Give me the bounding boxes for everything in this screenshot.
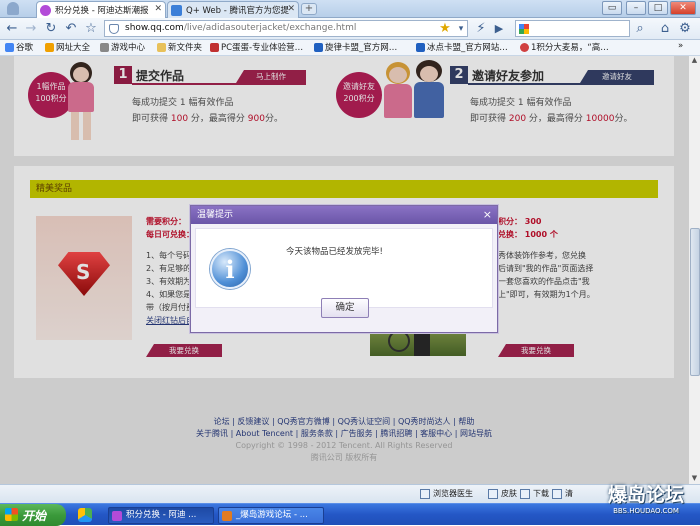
taskbar-window-forum[interactable]: _爆岛游戏论坛 - ... — [218, 507, 324, 524]
close-icon[interactable]: × — [483, 206, 492, 223]
bookmark-game-center[interactable]: 游戏中心 — [100, 41, 145, 53]
status-bar: 浏览器医生 皮肤 下载 清 — [0, 484, 700, 503]
close-tab-icon[interactable]: ✕ — [154, 4, 162, 14]
bookmark-new-folder[interactable]: 新文件夹 — [157, 41, 202, 53]
settings-icon[interactable]: ⚙ — [676, 20, 694, 38]
skin-button[interactable]: 皮肤 — [488, 488, 517, 499]
folder-icon — [157, 43, 166, 52]
card-shop-icon — [314, 43, 323, 52]
home-icon[interactable]: ⌂ — [656, 20, 674, 38]
quicklaunch-icon[interactable] — [78, 508, 92, 522]
dropdown-icon[interactable]: ▾ — [452, 20, 470, 38]
navigation-bar: ← → ↻ ↶ ☆ show.qq.com/live/adidasouterja… — [0, 18, 700, 40]
doctor-icon — [420, 489, 430, 499]
maximize-button[interactable]: □ — [648, 1, 668, 15]
back-arrow-icon[interactable]: ← — [3, 20, 21, 38]
bookmark-bingdian[interactable]: 冰点卡盟_官方网站… — [416, 41, 508, 53]
download-icon — [520, 489, 530, 499]
close-window-button[interactable]: ✕ — [670, 1, 696, 15]
undo-icon[interactable]: ↶ — [62, 20, 80, 38]
bookmark-pc-dandan[interactable]: PC蛋蛋-专业体验营… — [210, 41, 303, 53]
gamepad-icon — [100, 43, 109, 52]
scroll-down-icon[interactable]: ▼ — [689, 474, 700, 484]
taskbar: 开始 积分兑换 - 阿迪 ... _爆岛游戏论坛 - ... — [0, 503, 700, 526]
new-tab-button[interactable]: + — [301, 3, 317, 15]
favorite-star-icon[interactable]: ☆ — [82, 20, 100, 38]
bookmarks-overflow-icon[interactable]: » — [678, 41, 683, 51]
bookmark-site-directory[interactable]: 网址大全 — [45, 41, 90, 53]
clean-button[interactable]: 清 — [552, 488, 573, 499]
site-directory-icon — [45, 43, 54, 52]
scrollbar-thumb[interactable] — [690, 228, 700, 376]
tab-title: Q+ Web - 腾讯官方为您提 — [186, 6, 290, 16]
card-shop-icon — [416, 43, 425, 52]
skin-icon — [488, 489, 498, 499]
notice-dialog: 温馨提示 × i 今天该物品已经发放完毕! 确定 — [190, 205, 498, 333]
taskbar-window-exchange[interactable]: 积分兑换 - 阿迪 ... — [108, 507, 214, 524]
dialog-title: 温馨提示 — [191, 206, 497, 224]
search-icon[interactable]: ⌕ — [631, 20, 649, 38]
browser-icon — [222, 511, 232, 521]
url-path: /live/adidasouterjacket/exchange.html — [183, 23, 357, 33]
browser-doctor-button[interactable]: 浏览器医生 — [420, 488, 473, 499]
clean-icon — [552, 489, 562, 499]
close-tab-icon[interactable]: ✕ — [287, 4, 295, 14]
address-bar[interactable]: show.qq.com/live/adidasouterjacket/excha… — [104, 20, 468, 37]
user-avatar-icon[interactable] — [7, 2, 19, 15]
scroll-up-icon[interactable]: ▲ — [689, 56, 700, 66]
dialog-message: 今天该物品已经发放完毕! — [286, 247, 383, 257]
windows-logo-icon — [5, 508, 18, 521]
bookmarks-bar: 谷歌 网址大全 游戏中心 新文件夹 PC蛋蛋-专业体验营… 旋律卡盟_官方网… … — [0, 40, 700, 56]
bookmark-xuanlv[interactable]: 旋律卡盟_官方网… — [314, 41, 397, 53]
play-icon[interactable]: ▶ — [490, 20, 508, 38]
bookmark-points-deal[interactable]: 1积分大麦易，“高… — [520, 41, 609, 53]
search-input[interactable] — [515, 20, 630, 37]
vertical-scrollbar[interactable]: ▲ ▼ — [688, 56, 700, 484]
qqshow-icon — [40, 5, 51, 16]
shield-icon — [109, 24, 119, 34]
bookmark-google[interactable]: 谷歌 — [5, 41, 33, 53]
dialog-body: i 今天该物品已经发放完毕! — [195, 228, 493, 308]
restore-icon[interactable]: ▭ — [602, 1, 622, 15]
points-icon — [520, 43, 529, 52]
start-button[interactable]: 开始 — [0, 504, 66, 526]
info-icon: i — [210, 249, 250, 289]
forum-watermark: 爆岛论坛 BBS.HOUDAO.COM — [607, 484, 684, 515]
pc-dandan-icon — [210, 43, 219, 52]
tab-exchange[interactable]: 积分兑换 - 阿迪达斯潮报 ✕ — [36, 1, 166, 18]
google-icon — [5, 43, 14, 52]
forward-arrow-icon[interactable]: → — [22, 20, 40, 38]
search-engine-icon — [519, 24, 529, 34]
tab-qplus-web[interactable]: Q+ Web - 腾讯官方为您提 ✕ — [167, 1, 299, 18]
ok-button[interactable]: 确定 — [321, 298, 369, 318]
tab-title: 积分兑换 - 阿迪达斯潮报 — [55, 6, 149, 16]
qqshow-icon — [112, 511, 122, 521]
url-host: show.qq.com — [125, 23, 184, 33]
lightning-icon[interactable]: ⚡ — [472, 20, 490, 38]
download-button[interactable]: 下载 — [520, 488, 549, 499]
qplus-icon — [171, 5, 182, 16]
tab-bar: 积分兑换 - 阿迪达斯潮报 ✕ Q+ Web - 腾讯官方为您提 ✕ + ▭ –… — [0, 0, 700, 18]
minimize-button[interactable]: – — [626, 1, 646, 15]
refresh-icon[interactable]: ↻ — [42, 20, 60, 38]
